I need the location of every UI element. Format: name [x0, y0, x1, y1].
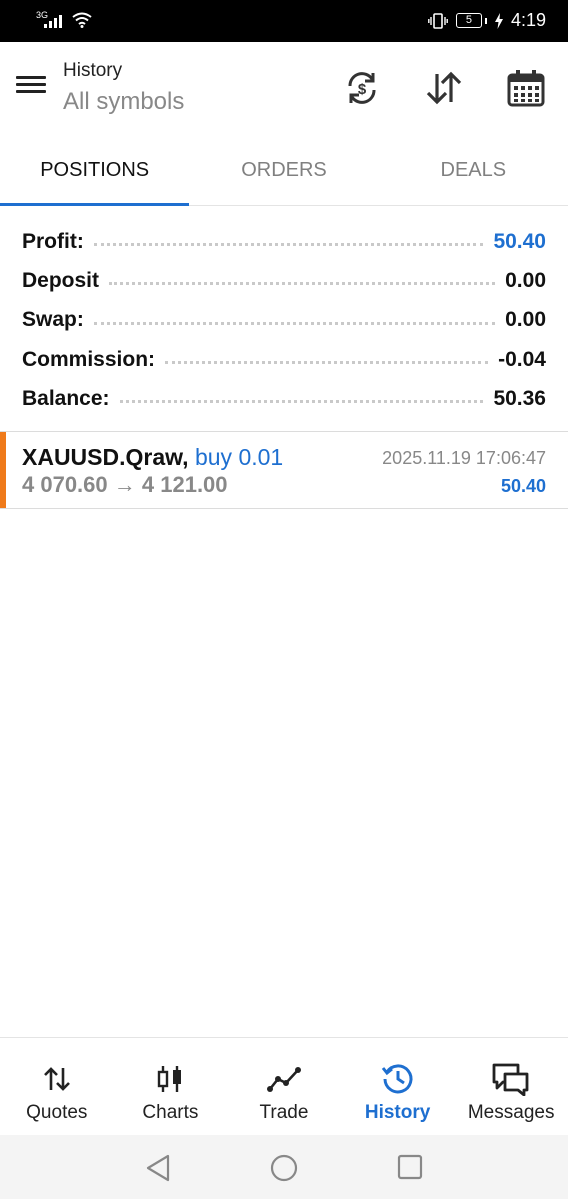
tab-bar: POSITIONS ORDERS DEALS [0, 140, 568, 206]
summary-label: Deposit [22, 268, 100, 292]
position-time: 2025.11.19 17:06:47 [382, 448, 546, 468]
price-arrow: → [113, 472, 136, 497]
history-icon [381, 1062, 415, 1096]
nav-label: History [364, 1102, 431, 1123]
nav-label: Trade [259, 1102, 309, 1123]
tab-orders[interactable]: ORDERS [189, 140, 378, 205]
charging-icon [494, 12, 503, 29]
recents-icon[interactable] [396, 1153, 426, 1183]
svg-text:$: $ [358, 81, 367, 98]
nav-trade[interactable]: Trade [227, 1038, 341, 1135]
divider [0, 508, 568, 509]
summary-value: 50.40 [493, 229, 546, 253]
position-profit: 50.40 [500, 476, 546, 496]
messages-icon [491, 1062, 531, 1096]
dotted-leader [93, 321, 496, 325]
status-bar: 3G 5 4:19 [0, 0, 568, 42]
nav-messages[interactable]: Messages [454, 1038, 568, 1135]
quotes-icon [43, 1062, 71, 1096]
bottom-nav: Quotes Charts Trade History Messages [0, 1037, 568, 1135]
nav-label: Quotes [26, 1102, 88, 1123]
tab-positions[interactable]: POSITIONS [0, 140, 190, 206]
page-title: History [63, 60, 123, 81]
summary-label: Profit: [22, 229, 84, 253]
summary-panel: Profit: 50.40 Deposit 0.00 Swap: 0.00 Co… [22, 222, 546, 418]
calendar-icon[interactable] [504, 66, 548, 110]
battery-level: 5 [455, 13, 482, 28]
symbol-filter[interactable]: All symbols [63, 88, 184, 116]
status-left: 3G [36, 10, 92, 28]
currency-sync-icon[interactable]: $ [340, 66, 384, 110]
summary-value: -0.04 [498, 347, 546, 371]
nav-quotes[interactable]: Quotes [0, 1038, 114, 1135]
summary-value: 50.36 [493, 386, 546, 410]
summary-row-swap: Swap: 0.00 [22, 301, 546, 340]
nav-history[interactable]: History [341, 1038, 455, 1135]
app-header: History All symbols $ [0, 42, 568, 132]
summary-row-commission: Commission: -0.04 [22, 340, 546, 379]
tab-deals[interactable]: DEALS [379, 140, 568, 205]
position-side: buy 0.01 [194, 444, 284, 470]
dotted-leader [119, 400, 484, 404]
position-symbol: XAUUSD.Qraw, buy 0.01 [22, 444, 283, 471]
summary-label: Swap: [22, 308, 84, 332]
summary-value: 0.00 [505, 268, 546, 292]
sort-icon[interactable] [422, 66, 466, 110]
summary-row-deposit: Deposit 0.00 [22, 261, 546, 300]
wifi-icon [72, 12, 92, 28]
status-right: 5 4:19 [428, 10, 546, 31]
charts-icon [156, 1062, 184, 1096]
nav-label: Charts [142, 1102, 199, 1123]
symbol-name: XAUUSD.Qraw, [22, 444, 189, 470]
battery-icon: 5 [455, 13, 487, 28]
nav-charts[interactable]: Charts [114, 1038, 228, 1135]
summary-label: Commission: [22, 347, 156, 371]
summary-row-profit: Profit: 50.40 [22, 222, 546, 261]
dotted-leader [109, 282, 496, 286]
back-icon[interactable] [144, 1153, 174, 1183]
close-price: 4 121.00 [141, 472, 228, 497]
clock: 4:19 [510, 10, 546, 30]
summary-value: 0.00 [505, 308, 546, 332]
buy-marker [0, 432, 6, 508]
trade-icon [266, 1062, 301, 1096]
system-nav-bar [0, 1135, 568, 1199]
summary-label: Balance: [22, 386, 110, 410]
position-prices: 4 070.60 → 4 121.00 [22, 472, 228, 498]
nav-label: Messages [467, 1102, 555, 1123]
position-row[interactable]: XAUUSD.Qraw, buy 0.01 2025.11.19 17:06:4… [0, 432, 568, 508]
open-price: 4 070.60 [22, 472, 108, 497]
summary-row-balance: Balance: 50.36 [22, 379, 546, 418]
dotted-leader [165, 361, 489, 365]
network-type: 3G [36, 10, 49, 20]
menu-icon[interactable] [14, 72, 48, 98]
dotted-leader [93, 243, 484, 247]
home-icon[interactable] [269, 1153, 299, 1183]
vibrate-icon [428, 12, 448, 29]
